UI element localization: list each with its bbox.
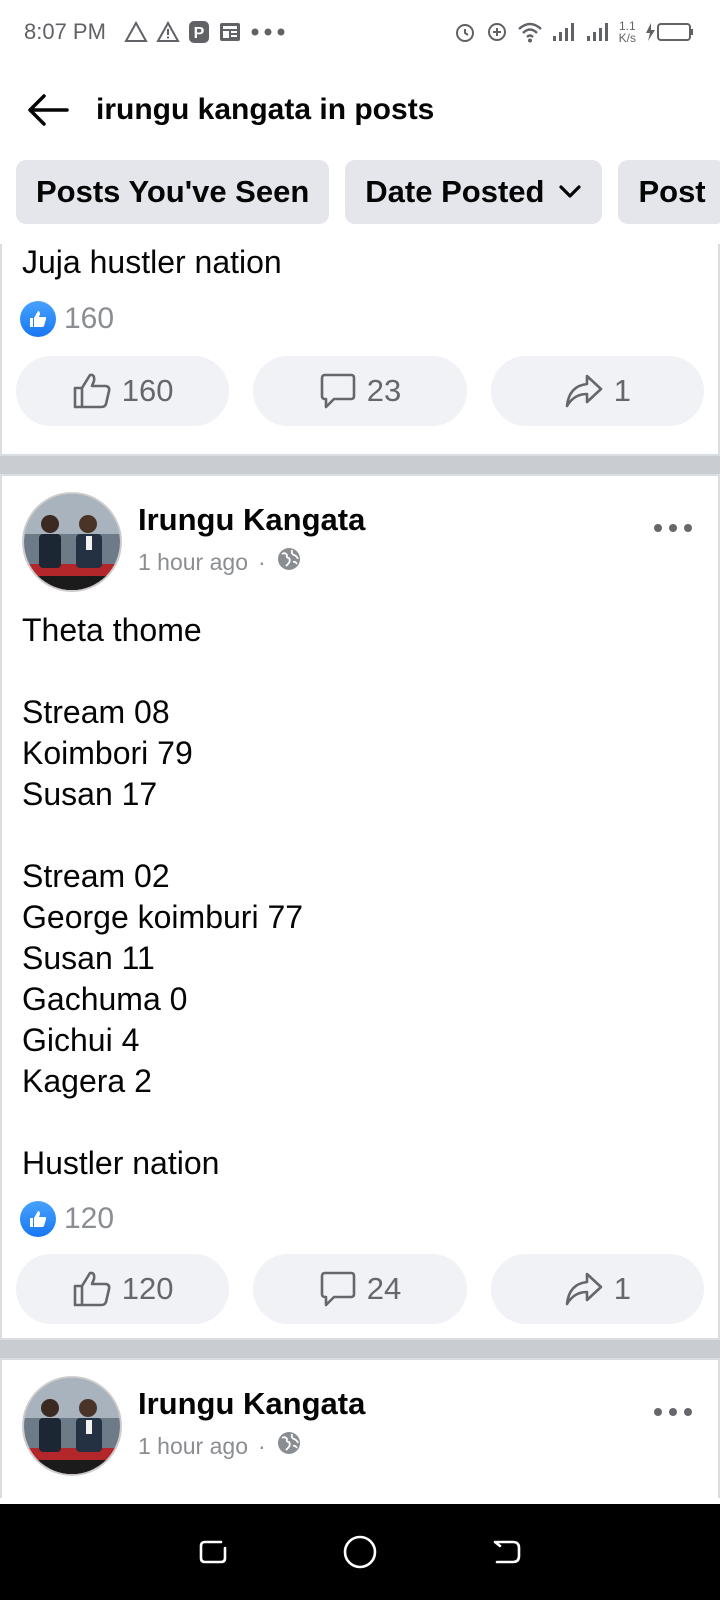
post-actions: 120 24 1 (2, 1254, 718, 1324)
post-text: Theta thome Stream 08 Koimbori 79 Susan … (22, 612, 304, 1181)
warning-outline-icon (124, 21, 148, 43)
filter-posts-youve-seen[interactable]: Posts You've Seen (16, 160, 330, 224)
post-more-button[interactable] (648, 508, 698, 548)
filter-label: Date Posted (365, 174, 545, 209)
post-card: Irungu Kangata 1 hour ago · Theta thome … (0, 474, 720, 1340)
post-divider (0, 456, 720, 474)
reaction-count: 160 (64, 302, 115, 335)
author-block: Irungu Kangata 1 hour ago · (138, 1376, 648, 1462)
filter-date-posted[interactable]: Date Posted (345, 160, 603, 224)
recents-button[interactable] (183, 1522, 243, 1582)
status-system-icons: 1.1 K/s (453, 20, 696, 44)
filter-label: Posts You've Seen (36, 174, 310, 209)
post-more-button[interactable] (648, 1392, 698, 1432)
post-time[interactable]: 1 hour ago (138, 1433, 248, 1460)
data-saver-icon (485, 20, 509, 44)
comment-button[interactable]: 24 (253, 1254, 467, 1324)
like-button[interactable]: 160 (16, 356, 230, 426)
more-options-icon (654, 1408, 692, 1416)
signal-icon (551, 21, 577, 43)
back-button[interactable] (26, 88, 70, 132)
search-results-feed: Juja hustler nation 160 160 23 1 Irungu … (0, 244, 720, 1498)
wifi-icon (517, 21, 543, 43)
meta-separator: · (257, 548, 266, 575)
reactions-summary[interactable]: 120 (2, 1188, 718, 1250)
like-count: 160 (121, 373, 174, 408)
alarm-icon (453, 20, 477, 44)
post-meta: 1 hour ago · (138, 546, 648, 578)
post-header: Irungu Kangata 1 hour ago · (2, 476, 718, 598)
post-actions: 160 23 1 (2, 356, 718, 426)
reaction-count: 120 (64, 1202, 115, 1235)
like-button[interactable]: 120 (16, 1254, 230, 1324)
share-icon (565, 1272, 602, 1306)
post-header: Irungu Kangata 1 hour ago · (2, 1360, 718, 1482)
thumbs-up-icon (73, 373, 111, 409)
reactions-summary[interactable]: 160 (2, 288, 718, 350)
more-notifications-icon (250, 27, 286, 37)
globe-icon (276, 546, 302, 578)
home-circle-icon (343, 1535, 377, 1569)
search-query-title[interactable]: irungu kangata in posts (96, 93, 434, 127)
post-card: Juja hustler nation 160 160 23 1 (0, 244, 720, 456)
system-navigation-bar (0, 1504, 720, 1600)
p-app-icon: P (188, 20, 210, 44)
post-time[interactable]: 1 hour ago (138, 549, 248, 576)
author-block: Irungu Kangata 1 hour ago · (138, 492, 648, 578)
status-bar: 8:07 PM P 1.1 K/s (0, 0, 720, 64)
post-text: Juja hustler nation (22, 244, 282, 280)
filter-post-type[interactable]: Post (618, 160, 720, 224)
like-reaction-icon (20, 1201, 56, 1237)
comment-button[interactable]: 23 (253, 356, 467, 426)
author-name[interactable]: Irungu Kangata (138, 1386, 648, 1422)
news-icon (218, 20, 242, 44)
status-time: 8:07 PM (24, 19, 106, 44)
svg-text:P: P (194, 25, 205, 42)
meta-separator: · (257, 1432, 266, 1459)
battery-charging-icon (644, 20, 696, 44)
back-arrow-icon (28, 94, 69, 126)
back-nav-icon (493, 1540, 520, 1564)
filter-label: Post (638, 174, 706, 209)
share-button[interactable]: 1 (490, 356, 704, 426)
comment-icon (320, 373, 356, 409)
thumbs-up-icon (73, 1271, 111, 1307)
share-count: 1 (613, 373, 631, 408)
back-nav-button[interactable] (477, 1522, 537, 1582)
like-count: 120 (121, 1271, 174, 1306)
like-reaction-icon (20, 301, 56, 337)
post-card: Irungu Kangata 1 hour ago · (0, 1358, 720, 1498)
signal-icon (585, 21, 611, 43)
share-count: 1 (613, 1271, 631, 1306)
comment-count: 23 (366, 373, 402, 408)
warning-icon (156, 21, 180, 43)
globe-icon (276, 1430, 302, 1462)
post-divider (0, 1340, 720, 1358)
author-name[interactable]: Irungu Kangata (138, 502, 648, 538)
network-speed-unit: K/s (618, 31, 636, 45)
post-meta: 1 hour ago · (138, 1430, 648, 1462)
status-notification-icons: P (124, 20, 286, 44)
search-header: irungu kangata in posts (0, 70, 720, 150)
filter-chips: Posts You've Seen Date Posted Post (16, 160, 720, 224)
recents-icon (200, 1540, 227, 1564)
home-button[interactable] (330, 1522, 390, 1582)
author-avatar[interactable] (22, 492, 122, 592)
share-button[interactable]: 1 (490, 1254, 704, 1324)
chevron-down-icon (558, 184, 582, 200)
author-avatar[interactable] (22, 1376, 122, 1476)
more-options-icon (654, 524, 692, 532)
comment-count: 24 (366, 1271, 402, 1306)
share-icon (565, 374, 602, 408)
network-speed: 1.1 K/s (619, 20, 636, 44)
comment-icon (320, 1271, 356, 1307)
